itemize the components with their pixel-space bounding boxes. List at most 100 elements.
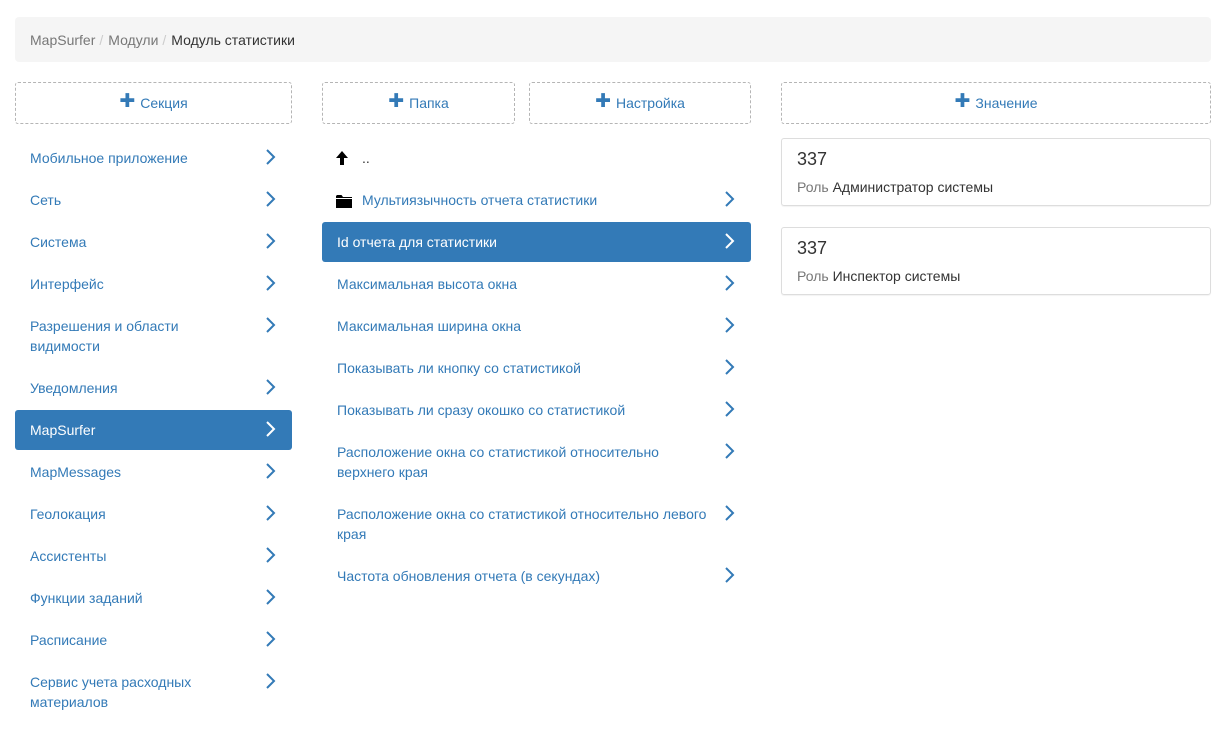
value-text: 337 xyxy=(797,149,828,169)
section-item[interactable]: Ассистенты xyxy=(15,536,292,576)
setting-item[interactable]: Расположение окна со статистикой относит… xyxy=(322,432,751,492)
arrow-up-icon xyxy=(336,150,348,170)
section-item[interactable]: Мобильное приложение xyxy=(15,138,292,178)
up-level-item[interactable]: .. xyxy=(322,138,751,178)
breadcrumb-current: Модуль статистики xyxy=(171,31,295,48)
section-item-label: Система xyxy=(30,234,87,250)
add-value-label: Значение xyxy=(975,95,1038,111)
breadcrumb-item-modules[interactable]: Модули xyxy=(108,32,158,48)
plus-icon: ✚ xyxy=(954,91,971,112)
chevron-right-icon xyxy=(265,377,277,397)
role-label: Роль xyxy=(797,179,829,195)
chevron-right-icon xyxy=(724,273,736,293)
section-item[interactable]: Система xyxy=(15,222,292,262)
value-text: 337 xyxy=(797,238,828,258)
setting-item-label: Id отчета для статистики xyxy=(337,234,497,250)
section-item-label: Мобильное приложение xyxy=(30,150,188,166)
values-column: ✚ Значение 337 Роль Администратор системы… xyxy=(781,82,1211,295)
setting-item[interactable]: Максимальная ширина окна xyxy=(322,306,751,346)
breadcrumb-separator: / xyxy=(99,31,104,48)
section-item-label: Геолокация xyxy=(30,506,106,522)
add-folder-label: Папка xyxy=(409,95,449,111)
value-card[interactable]: 337 Роль Инспектор системы xyxy=(781,227,1211,295)
setting-item[interactable]: Максимальная высота окна xyxy=(322,264,751,304)
chevron-right-icon xyxy=(724,315,736,335)
chevron-right-icon xyxy=(724,503,736,523)
section-item-label: Расписание xyxy=(30,632,108,648)
section-item[interactable]: MapSurfer xyxy=(15,410,292,450)
section-item-label: Интерфейс xyxy=(30,276,104,292)
folder-icon xyxy=(336,193,352,213)
chevron-right-icon xyxy=(265,231,277,251)
section-item[interactable]: Уведомления xyxy=(15,368,292,408)
role-name: Инспектор системы xyxy=(832,268,961,284)
section-item[interactable]: Разрешения и области видимости xyxy=(15,306,292,366)
section-item-label: Уведомления xyxy=(30,380,118,396)
section-item-label: Разрешения и области видимости xyxy=(30,318,179,354)
setting-item-label: Максимальная высота окна xyxy=(337,276,518,292)
up-level-label: .. xyxy=(362,150,370,166)
add-section-button[interactable]: ✚ Секция xyxy=(15,82,292,124)
setting-item[interactable]: Показывать ли сразу окошко со статистико… xyxy=(322,390,751,430)
section-item-label: MapSurfer xyxy=(30,422,96,438)
plus-icon: ✚ xyxy=(595,91,611,112)
folder-item[interactable]: Мультиязычность отчета статистики xyxy=(322,180,751,220)
section-item-label: MapMessages xyxy=(30,464,122,480)
folder-label: Мультиязычность отчета статистики xyxy=(362,192,598,208)
chevron-right-icon xyxy=(265,503,277,523)
section-item-label: Функции заданий xyxy=(30,590,143,606)
breadcrumb: MapSurfer / Модули / Модуль статистики xyxy=(15,17,1211,62)
role-name: Администратор системы xyxy=(832,179,994,195)
setting-item[interactable]: Показывать ли кнопку со статистикой xyxy=(322,348,751,388)
chevron-right-icon xyxy=(265,545,277,565)
setting-item[interactable]: Id отчета для статистики xyxy=(322,222,751,262)
section-item[interactable]: Интерфейс xyxy=(15,264,292,304)
section-item-label: Сеть xyxy=(30,192,62,208)
chevron-right-icon xyxy=(265,587,277,607)
sections-list: Мобильное приложение Сеть Система Интерфейс… xyxy=(15,138,292,722)
chevron-right-icon xyxy=(724,565,736,585)
setting-item[interactable]: Частота обновления отчета (в секундах) xyxy=(322,556,751,596)
plus-icon: ✚ xyxy=(388,91,405,112)
section-item[interactable]: Сервис учета расходных материалов xyxy=(15,662,292,722)
add-setting-label: Настройка xyxy=(616,95,685,111)
setting-item-label: Показывать ли сразу окошко со статистико… xyxy=(337,402,626,418)
setting-item-label: Показывать ли кнопку со статистикой xyxy=(337,360,581,376)
breadcrumb-item-mapsurfer[interactable]: MapSurfer xyxy=(30,32,95,48)
section-item-label: Ассистенты xyxy=(30,548,107,564)
setting-item[interactable]: Расположение окна со статистикой относит… xyxy=(322,494,751,554)
chevron-right-icon xyxy=(265,273,277,293)
chevron-right-icon xyxy=(265,671,277,691)
setting-item-label: Расположение окна со статистикой относит… xyxy=(337,506,707,542)
section-item[interactable]: Расписание xyxy=(15,620,292,660)
settings-list: .. Мультиязычность отчета статистики Id … xyxy=(322,138,751,596)
value-role: Роль Инспектор системы xyxy=(797,267,1195,285)
chevron-right-icon xyxy=(265,419,277,439)
add-section-label: Секция xyxy=(140,95,188,111)
section-item[interactable]: MapMessages xyxy=(15,452,292,492)
chevron-right-icon xyxy=(724,441,736,461)
chevron-right-icon xyxy=(724,399,736,419)
section-item-label: Сервис учета расходных материалов xyxy=(30,674,192,710)
add-setting-button[interactable]: ✚ Настройка xyxy=(529,82,751,124)
chevron-right-icon xyxy=(724,357,736,377)
plus-icon: ✚ xyxy=(119,91,136,112)
setting-item-label: Максимальная ширина окна xyxy=(337,318,522,334)
setting-item-label: Частота обновления отчета (в секундах) xyxy=(337,568,601,584)
sections-column: ✚ Секция Мобильное приложение Сеть Система… xyxy=(15,82,292,724)
values-list: 337 Роль Администратор системы 337 Роль Инс… xyxy=(781,138,1211,295)
chevron-right-icon xyxy=(265,461,277,481)
add-value-button[interactable]: ✚ Значение xyxy=(781,82,1211,124)
value-role: Роль Администратор системы xyxy=(797,178,1195,196)
section-item[interactable]: Геолокация xyxy=(15,494,292,534)
setting-item-label: Расположение окна со статистикой относит… xyxy=(337,444,659,480)
chevron-right-icon xyxy=(265,147,277,167)
chevron-right-icon xyxy=(265,189,277,209)
chevron-right-icon xyxy=(265,629,277,649)
chevron-right-icon xyxy=(724,189,736,209)
add-folder-button[interactable]: ✚ Папка xyxy=(322,82,515,124)
value-card[interactable]: 337 Роль Администратор системы xyxy=(781,138,1211,206)
section-item[interactable]: Функции заданий xyxy=(15,578,292,618)
section-item[interactable]: Сеть xyxy=(15,180,292,220)
settings-column: ✚ Папка ✚ Настройка .. Мультиязычность о… xyxy=(322,82,751,598)
